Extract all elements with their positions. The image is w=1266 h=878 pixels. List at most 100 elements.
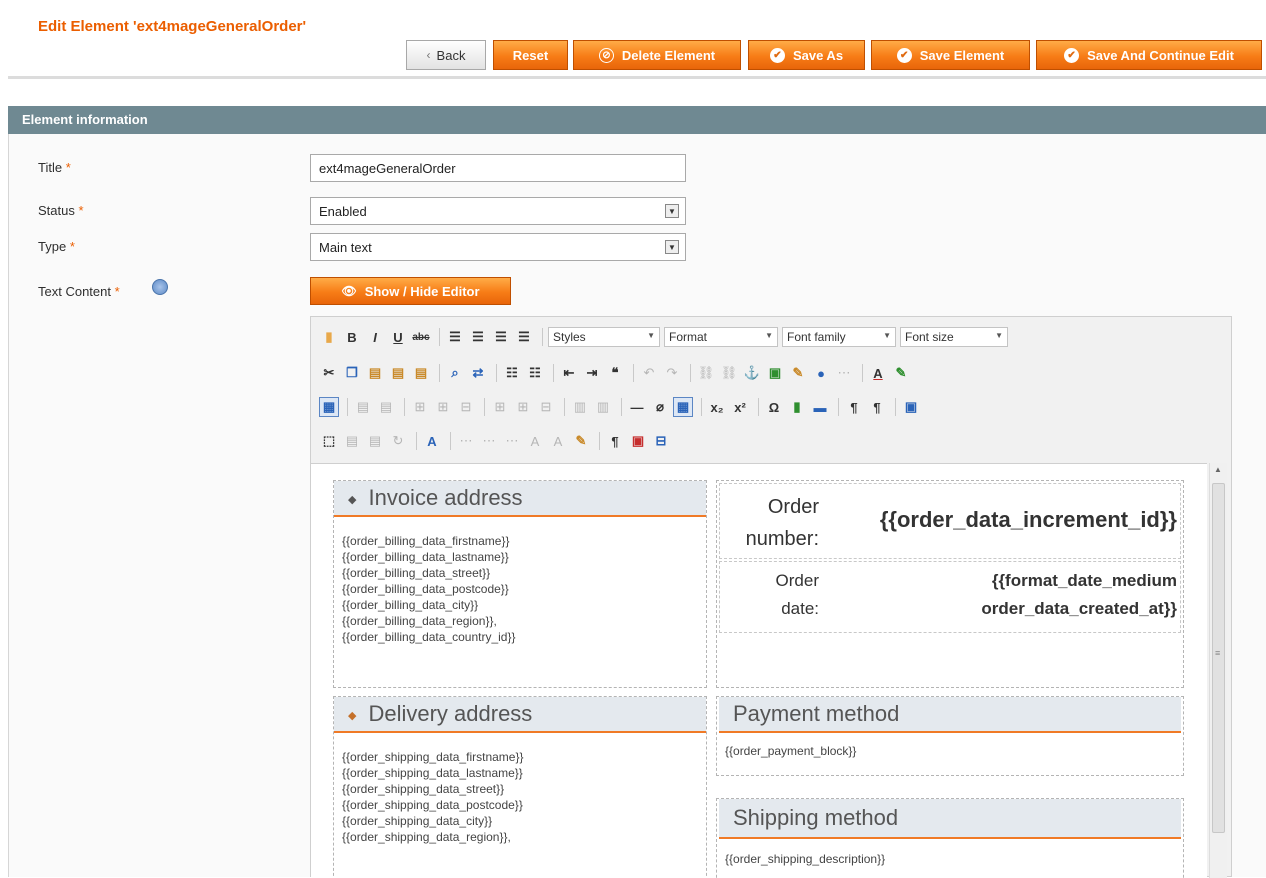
move-backward-icon[interactable]: ▤ xyxy=(365,431,385,451)
split-cells-icon[interactable]: ▥ xyxy=(570,397,590,417)
remove-format-icon[interactable]: ⌀ xyxy=(650,397,670,417)
media-icon[interactable]: ▮ xyxy=(787,397,807,417)
list-item: {{order_shipping_data_street}} xyxy=(342,782,505,796)
toolbar-separator xyxy=(838,398,839,416)
toolbar-separator xyxy=(439,364,440,382)
back-button[interactable]: ‹ Back xyxy=(406,40,486,70)
ltr-icon[interactable]: ¶ xyxy=(844,397,864,417)
editor-scrollbar[interactable]: ▲ ≡ xyxy=(1209,463,1227,878)
document-icon[interactable]: ▮ xyxy=(319,327,339,347)
cell-props-icon[interactable]: ▤ xyxy=(376,397,396,417)
absolute-icon[interactable]: ↻ xyxy=(388,431,408,451)
chevron-down-icon[interactable]: ▼ xyxy=(665,204,679,218)
insert-col-before-icon[interactable]: ⊞ xyxy=(490,397,510,417)
fullscreen-icon[interactable]: ▣ xyxy=(901,397,921,417)
special-char-icon[interactable]: Ω xyxy=(764,397,784,417)
cleanup-icon[interactable]: ✎ xyxy=(788,363,808,383)
italic-icon[interactable]: I xyxy=(365,327,385,347)
align-right-icon[interactable]: ☰ xyxy=(491,327,511,347)
insert-row-before-icon[interactable]: ⊞ xyxy=(410,397,430,417)
status-select-value: Enabled xyxy=(319,204,367,219)
copy-icon[interactable]: ❐ xyxy=(342,363,362,383)
template-icon[interactable]: ▣ xyxy=(628,431,648,451)
paste-text-icon[interactable]: ▤ xyxy=(388,363,408,383)
anchor-icon[interactable]: ⚓ xyxy=(742,363,762,383)
superscript-icon[interactable]: x² xyxy=(730,397,750,417)
unlink-icon[interactable]: ⛓ xyxy=(719,363,739,383)
show-hide-editor-button[interactable]: 👁 Show / Hide Editor xyxy=(310,277,511,305)
help-icon[interactable]: ● xyxy=(811,363,831,383)
align-justify-icon[interactable]: ☰ xyxy=(514,327,534,347)
row-props-icon[interactable]: ▤ xyxy=(353,397,373,417)
title-input-value: ext4mageGeneralOrder xyxy=(319,161,456,176)
bold-icon[interactable]: B xyxy=(342,327,362,347)
align-center-icon[interactable]: ☰ xyxy=(468,327,488,347)
abbr-icon[interactable]: ⋯ xyxy=(479,431,499,451)
insert-layer-icon[interactable]: ⬚ xyxy=(319,431,339,451)
toolbar-separator xyxy=(701,398,702,416)
table-icon[interactable]: ▦ xyxy=(319,397,339,417)
status-select[interactable]: Enabled ▼ xyxy=(310,197,686,225)
acronym-icon[interactable]: ⋯ xyxy=(502,431,522,451)
horizontal-rule-icon[interactable]: — xyxy=(627,397,647,417)
find-icon[interactable]: ⌕ xyxy=(445,363,465,383)
indent-icon[interactable]: ⇥ xyxy=(582,363,602,383)
page-break-icon[interactable]: ⊟ xyxy=(651,431,671,451)
scrollbar-thumb[interactable] xyxy=(1212,483,1225,833)
styles-select[interactable]: Styles ▼ xyxy=(548,327,660,347)
list-item: {{order_billing_data_lastname}} xyxy=(342,550,509,564)
style-icon[interactable]: A xyxy=(422,431,442,451)
save-element-button[interactable]: ✔ Save Element xyxy=(871,40,1030,70)
editor-content-area[interactable]: ◆ Invoice address {{order_billing_data_fi… xyxy=(311,463,1207,878)
toolbar-separator xyxy=(758,398,759,416)
del-icon[interactable]: A xyxy=(525,431,545,451)
numbered-list-icon[interactable]: ☷ xyxy=(525,363,545,383)
move-forward-icon[interactable]: ▤ xyxy=(342,431,362,451)
scroll-up-icon[interactable]: ▲ xyxy=(1214,465,1222,474)
insert-row-after-icon[interactable]: ⊞ xyxy=(433,397,453,417)
cut-icon[interactable]: ✂ xyxy=(319,363,339,383)
merge-cells-icon[interactable]: ▥ xyxy=(593,397,613,417)
ins-icon[interactable]: A xyxy=(548,431,568,451)
type-select[interactable]: Main text ▼ xyxy=(310,233,686,261)
image-icon[interactable]: ▣ xyxy=(765,363,785,383)
html-icon[interactable]: ⋯ xyxy=(834,363,854,383)
cite-icon[interactable]: ⋯ xyxy=(456,431,476,451)
replace-icon[interactable]: ⇄ xyxy=(468,363,488,383)
save-as-button[interactable]: ✔ Save As xyxy=(748,40,865,70)
attributes-icon[interactable]: ✎ xyxy=(571,431,591,451)
delete-element-button[interactable]: ⊘ Delete Element xyxy=(573,40,741,70)
order-date-label-line: Order xyxy=(775,571,819,590)
paste-word-icon[interactable]: ▤ xyxy=(411,363,431,383)
text-color-icon[interactable]: A xyxy=(868,363,888,383)
font-family-select[interactable]: Font family ▼ xyxy=(782,327,896,347)
title-input[interactable]: ext4mageGeneralOrder xyxy=(310,154,686,182)
format-select[interactable]: Format ▼ xyxy=(664,327,778,347)
blockquote-icon[interactable]: ❝ xyxy=(605,363,625,383)
align-left-icon[interactable]: ☰ xyxy=(445,327,465,347)
visual-aid-icon[interactable]: ▦ xyxy=(673,397,693,417)
delete-row-icon[interactable]: ⊟ xyxy=(456,397,476,417)
background-color-icon[interactable]: ✎ xyxy=(891,363,911,383)
insert-col-after-icon[interactable]: ⊞ xyxy=(513,397,533,417)
hr-icon[interactable]: ▬ xyxy=(810,397,830,417)
font-size-select[interactable]: Font size ▼ xyxy=(900,327,1008,347)
info-icon[interactable] xyxy=(152,279,168,295)
rtl-icon[interactable]: ¶ xyxy=(867,397,887,417)
link-icon[interactable]: ⛓ xyxy=(696,363,716,383)
chevron-down-icon[interactable]: ▼ xyxy=(665,240,679,254)
underline-icon[interactable]: U xyxy=(388,327,408,347)
outdent-icon[interactable]: ⇤ xyxy=(559,363,579,383)
paste-icon[interactable]: ▤ xyxy=(365,363,385,383)
subscript-icon[interactable]: x₂ xyxy=(707,397,727,417)
bullet-list-icon[interactable]: ☷ xyxy=(502,363,522,383)
undo-icon[interactable]: ↶ xyxy=(639,363,659,383)
reset-button[interactable]: Reset xyxy=(493,40,568,70)
back-button-label: Back xyxy=(436,47,466,63)
save-and-continue-button-label: Save And Continue Edit xyxy=(1087,47,1234,63)
save-and-continue-button[interactable]: ✔ Save And Continue Edit xyxy=(1036,40,1262,70)
delete-col-icon[interactable]: ⊟ xyxy=(536,397,556,417)
show-blocks-icon[interactable]: ¶ xyxy=(605,431,625,451)
redo-icon[interactable]: ↷ xyxy=(662,363,682,383)
strikethrough-icon[interactable]: abc xyxy=(411,327,431,347)
